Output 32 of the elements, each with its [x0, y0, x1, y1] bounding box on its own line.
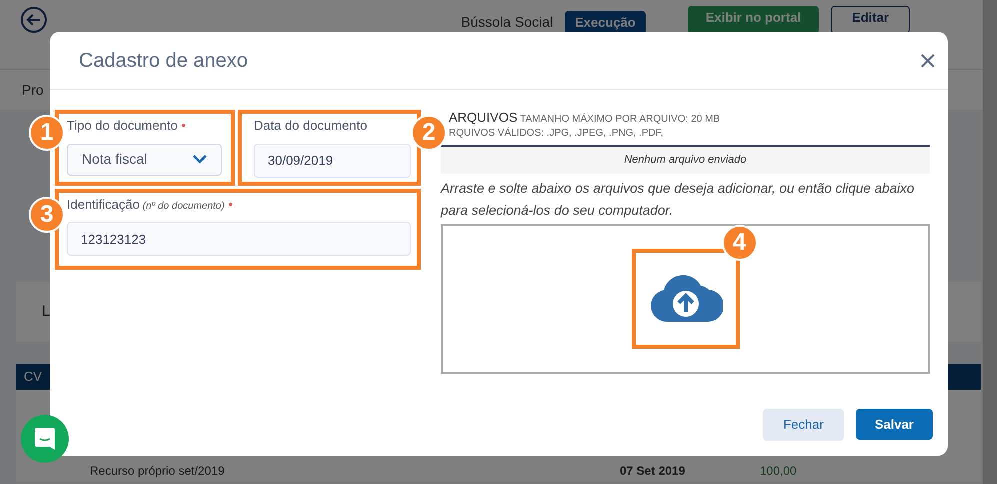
empty-state: Nenhum arquivo enviado — [441, 147, 930, 174]
callout-number: 3 — [29, 196, 65, 232]
instructions: Arraste e solte abaixo os arquivos que deseja adicionar, ou então clique abaixo para selecioná-los do seu computador. — [441, 180, 916, 220]
card-title: L — [42, 302, 50, 322]
field-label: Tipo do documento • — [67, 117, 187, 135]
table-cell-text: 07 Set 2019 — [620, 463, 686, 480]
callout-number: 2 — [411, 115, 447, 151]
chevron-down-icon — [193, 155, 207, 164]
chat-icon — [34, 427, 56, 451]
section-name: Bússola Social — [461, 13, 554, 32]
table-cell-text: Recurso próprio set/2019 — [90, 463, 226, 480]
table-cell-text: 100,00 — [760, 463, 797, 480]
callout-number: 1 — [29, 115, 65, 151]
select-field[interactable]: Nota fiscal — [67, 144, 222, 176]
tab[interactable]: Pro — [22, 80, 44, 100]
callout-number: 4 — [722, 225, 758, 261]
scrollbar[interactable] — [983, 0, 997, 484]
input-field[interactable]: 30/09/2019 — [254, 144, 411, 178]
input-field[interactable]: 123123123 — [67, 222, 411, 256]
drop-zone[interactable]: 4 — [441, 224, 930, 374]
portal-button[interactable]: Exibir no portal — [688, 6, 820, 34]
column-header: CV — [24, 368, 42, 386]
close-icon[interactable] — [920, 52, 936, 68]
field-label: Identificação (nº do documento) • — [67, 196, 234, 214]
max-size-note: TAMANHO MÁXIMO POR ARQUIVO: 20 MB — [519, 114, 720, 125]
valid-types-note: RQUIVOS VÁLIDOS: .JPG, .JPEG, .PNG, .PDF, — [449, 127, 664, 141]
files-title: ARQUIVOS — [449, 110, 518, 125]
upload-cloud-icon[interactable] — [648, 274, 722, 324]
save-button[interactable]: Salvar — [856, 409, 933, 440]
field-label: Data do documento — [254, 117, 368, 135]
close-button[interactable]: Fechar — [763, 409, 844, 441]
dialog-title: Cadastro de anexo — [79, 48, 248, 74]
